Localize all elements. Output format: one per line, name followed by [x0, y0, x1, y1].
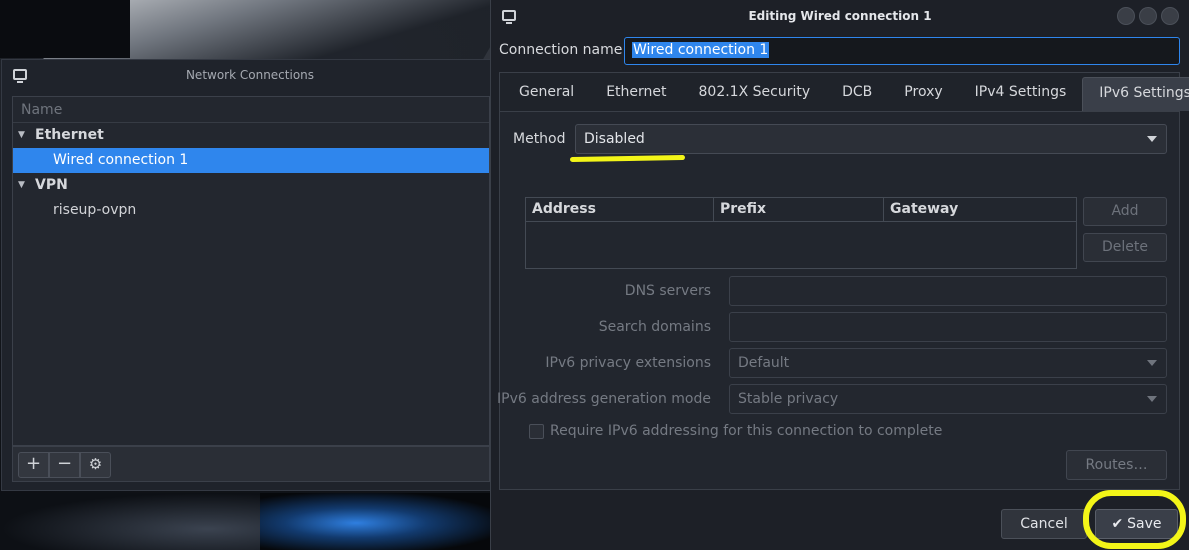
maximize-button[interactable] — [1139, 7, 1157, 25]
group-vpn[interactable]: ▼ VPN — [13, 173, 489, 198]
routes-button[interactable]: Routes… — [1066, 450, 1167, 480]
method-value: Disabled — [584, 131, 645, 147]
network-connections-window: Network Connections Name ▼ Ethernet Wire… — [1, 59, 499, 491]
highlight-underline-annotation — [569, 154, 686, 163]
tab-ipv6-settings[interactable]: IPv6 Settings — [1082, 77, 1189, 111]
column-header-address[interactable]: Address — [526, 198, 714, 221]
tab-ipv4-settings[interactable]: IPv4 Settings — [959, 77, 1083, 111]
window-title: Editing Wired connection 1 — [748, 9, 932, 23]
expand-triangle-icon[interactable]: ▼ — [18, 123, 25, 148]
require-ipv6-row[interactable]: Require IPv6 addressing for this connect… — [529, 423, 942, 439]
connection-settings-button[interactable]: ⚙ — [80, 452, 111, 478]
tab-dcb[interactable]: DCB — [826, 77, 888, 111]
tab-proxy[interactable]: Proxy — [888, 77, 958, 111]
tab-general[interactable]: General — [503, 77, 590, 111]
connection-name-input[interactable]: Wired connection 1 — [624, 37, 1180, 65]
window-title: Network Connections — [185, 68, 315, 82]
minimize-button[interactable] — [1117, 7, 1135, 25]
column-header-name[interactable]: Name — [13, 97, 489, 123]
method-label: Method — [513, 131, 566, 147]
tab-bar: General Ethernet 802.1X Security DCB Pro… — [500, 73, 1189, 112]
dropdown-arrow-icon — [1147, 360, 1157, 366]
method-dropdown[interactable]: Disabled — [575, 124, 1167, 154]
address-table[interactable]: Address Prefix Gateway — [525, 197, 1077, 269]
dns-servers-label: DNS servers — [624, 283, 711, 299]
remove-connection-button[interactable]: − — [49, 452, 80, 478]
titlebar[interactable]: Editing Wired connection 1 — [491, 0, 1189, 32]
connection-name-label: Connection name — [499, 42, 623, 58]
search-domains-label: Search domains — [598, 319, 711, 335]
editing-connection-window: Editing Wired connection 1 Connection na… — [490, 0, 1189, 550]
cancel-button[interactable]: Cancel — [1001, 509, 1087, 539]
plus-icon: + — [25, 453, 42, 474]
ipv6-privacy-value: Default — [738, 355, 790, 371]
list-item-wired-connection-1[interactable]: Wired connection 1 — [13, 148, 489, 173]
require-ipv6-label[interactable]: Require IPv6 addressing for this connect… — [550, 423, 942, 439]
gear-icon: ⚙ — [88, 455, 103, 473]
group-ethernet[interactable]: ▼ Ethernet — [13, 123, 489, 148]
dropdown-arrow-icon — [1147, 136, 1157, 142]
search-domains-input[interactable] — [729, 312, 1167, 342]
close-button[interactable] — [1161, 7, 1179, 25]
add-connection-button[interactable]: + — [18, 452, 49, 478]
address-generation-dropdown[interactable]: Stable privacy — [729, 384, 1167, 414]
column-header-prefix[interactable]: Prefix — [714, 198, 884, 221]
ipv6-privacy-dropdown[interactable]: Default — [729, 348, 1167, 378]
connection-name-value: Wired connection 1 — [632, 42, 770, 58]
column-header-gateway[interactable]: Gateway — [884, 198, 1076, 221]
highlight-circle-annotation — [1083, 490, 1186, 549]
tab-ethernet[interactable]: Ethernet — [590, 77, 682, 111]
delete-address-button[interactable]: Delete — [1083, 233, 1167, 262]
settings-notebook: General Ethernet 802.1X Security DCB Pro… — [497, 72, 1189, 490]
require-ipv6-checkbox[interactable] — [529, 423, 544, 439]
wallpaper-decoration — [260, 493, 500, 550]
wallpaper-decoration — [0, 493, 260, 550]
dns-servers-input[interactable] — [729, 276, 1167, 306]
address-generation-label: IPv6 address generation mode — [497, 391, 711, 407]
connections-toolbar: + − ⚙ — [12, 446, 490, 482]
wallpaper-shadow — [0, 0, 130, 58]
dropdown-arrow-icon — [1147, 396, 1157, 402]
connections-list[interactable]: Name ▼ Ethernet Wired connection 1 ▼ VPN… — [12, 96, 490, 446]
expand-triangle-icon[interactable]: ▼ — [18, 173, 25, 198]
address-table-header: Address Prefix Gateway — [526, 198, 1076, 222]
group-label: Ethernet — [35, 127, 104, 143]
list-item-riseup-ovpn[interactable]: riseup-ovpn — [13, 198, 489, 223]
group-label: VPN — [35, 177, 68, 193]
add-address-button[interactable]: Add — [1083, 197, 1167, 226]
tab-8021x-security[interactable]: 802.1X Security — [683, 77, 827, 111]
minus-icon: − — [56, 453, 73, 474]
titlebar[interactable]: Network Connections — [2, 60, 498, 90]
address-generation-value: Stable privacy — [738, 391, 839, 407]
ipv6-privacy-label: IPv6 privacy extensions — [545, 355, 711, 371]
